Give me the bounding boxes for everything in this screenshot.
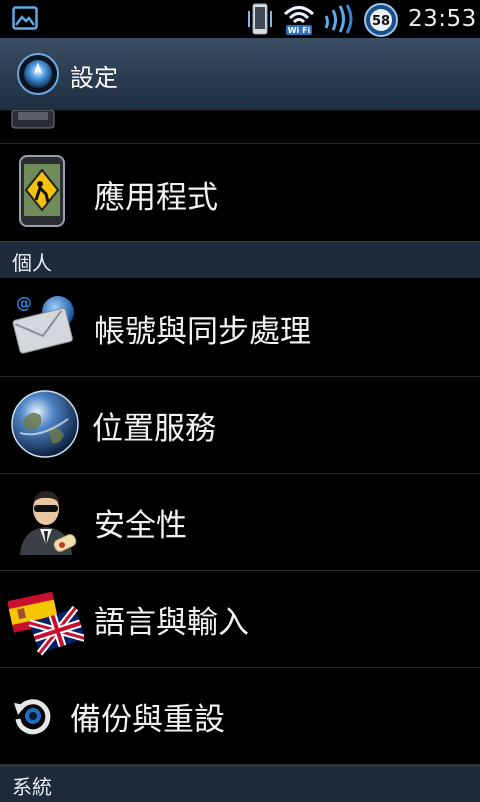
list-item-label: 語言與輸入 — [94, 605, 249, 641]
applications-icon — [19, 155, 65, 227]
svg-text:@: @ — [16, 293, 32, 312]
wifi-icon: Wi Fi — [283, 6, 315, 35]
battery-level: 58 — [372, 14, 390, 29]
wifi-label: Wi Fi — [288, 26, 311, 35]
signal-icon — [324, 4, 353, 34]
list-item-label: 備份與重設 — [70, 702, 225, 738]
section-header-label: 個人 — [12, 251, 52, 275]
list-item-language[interactable]: 語言與輸入 — [0, 570, 480, 668]
status-bar: Wi Fi 58 23:53 — [0, 0, 480, 38]
section-header-system: 系統 — [0, 765, 480, 802]
storage-icon — [11, 110, 55, 129]
list-item-security[interactable]: 安全性 — [0, 473, 480, 571]
settings-app-icon[interactable] — [16, 52, 60, 96]
section-header-label: 系統 — [12, 775, 52, 799]
list-item-label: 安全性 — [94, 508, 187, 544]
location-globe-icon — [11, 390, 79, 458]
list-item-location[interactable]: 位置服務 — [0, 376, 480, 474]
list-item-apps[interactable]: 應用程式 — [0, 144, 480, 242]
status-clock: 23:53 — [408, 6, 477, 32]
section-header-personal: 個人 — [0, 241, 480, 278]
list-item-label: 位置服務 — [92, 411, 216, 447]
backup-reset-icon — [14, 699, 51, 735]
phone-vibrate-icon — [248, 3, 272, 35]
list-item-backup[interactable]: 備份與重設 — [0, 667, 480, 765]
gallery-notification-icon[interactable] — [12, 6, 38, 30]
list-item-accounts[interactable]: @ 帳號與同步處理 — [0, 278, 480, 377]
action-bar: 設定 — [0, 38, 480, 111]
battery-icon: 58 — [364, 3, 398, 37]
page-title: 設定 — [70, 64, 118, 92]
list-item-partial[interactable] — [0, 110, 480, 144]
language-flags-icon — [8, 591, 84, 656]
accounts-sync-icon: @ — [12, 293, 74, 354]
security-icon — [20, 491, 77, 555]
list-item-label: 帳號與同步處理 — [94, 314, 311, 350]
list-item-label: 應用程式 — [94, 180, 218, 216]
